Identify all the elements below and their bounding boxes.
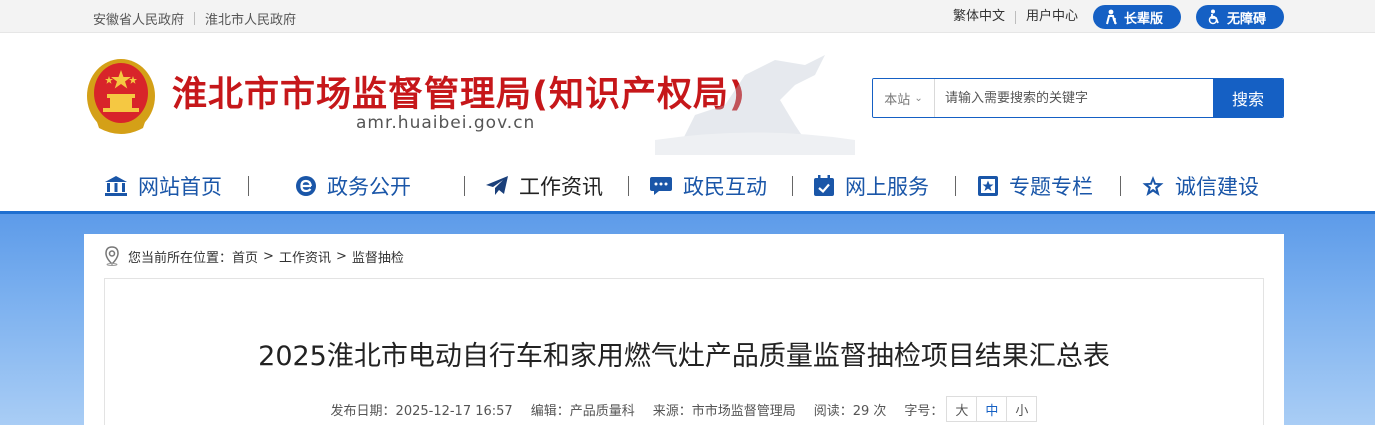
read-count: 阅读：29 次 (813, 403, 887, 419)
top-bar: 安徽省人民政府 淮北市人民政府 繁体中文 用户中心 长辈版 无障碍 (0, 0, 1375, 33)
paper-plane-icon (486, 176, 508, 195)
star-icon (1142, 176, 1164, 196)
search-bar: 本站 ⌄ 搜索 (872, 78, 1284, 118)
font-size-label: 字号： (904, 403, 944, 419)
national-emblem-icon[interactable] (85, 56, 157, 136)
elder-icon (1106, 9, 1117, 25)
elder-mode-label: 长辈版 (1124, 11, 1164, 27)
nav-item-special-topics[interactable]: 专题专栏 (977, 171, 1093, 201)
font-size-medium-button[interactable]: 中 (976, 396, 1008, 422)
main-nav: 网站首页 政务公开 工作资讯 政民互动 网上服务 专题专栏 诚信建设 (0, 171, 1375, 213)
breadcrumb-separator: > (335, 248, 347, 264)
font-size-small-button[interactable]: 小 (1006, 396, 1038, 422)
site-header: 淮北市市场监督管理局(知识产权局) amr.huaibei.gov.cn 本站 … (0, 33, 1375, 213)
nav-divider (1120, 176, 1121, 196)
calendar-check-icon (814, 175, 834, 196)
nav-item-label: 政务公开 (327, 175, 411, 199)
nav-item-label: 诚信建设 (1175, 175, 1259, 199)
top-right-tools: 繁体中文 用户中心 长辈版 无障碍 (953, 5, 1284, 29)
chevron-down-icon: ⌄ (914, 92, 923, 104)
nav-item-credit[interactable]: 诚信建设 (1141, 171, 1259, 201)
nav-divider (792, 176, 793, 196)
content-panel: 您当前所在位置： 首页 > 工作资讯 > 监督抽检 2025淮北市电动自行车和家… (84, 234, 1284, 425)
nav-item-home[interactable]: 网站首页 (104, 171, 222, 201)
accessibility-label: 无障碍 (1227, 11, 1267, 27)
breadcrumb: 您当前所在位置： 首页 > 工作资讯 > 监督抽检 (104, 246, 404, 266)
nav-divider (955, 176, 956, 196)
location-pin-icon (105, 246, 119, 266)
nav-item-work-news[interactable]: 工作资讯 (485, 171, 603, 201)
bank-icon (105, 176, 127, 196)
source: 来源：市市场监督管理局 (652, 403, 796, 419)
nav-item-label: 政民互动 (683, 175, 767, 199)
nav-divider (248, 176, 249, 196)
search-scope-label: 本站 (884, 92, 911, 108)
chat-icon (650, 177, 672, 195)
accessibility-button[interactable]: 无障碍 (1196, 5, 1284, 29)
nav-item-online-service[interactable]: 网上服务 (813, 171, 929, 201)
breadcrumb-inspection[interactable]: 监督抽检 (352, 247, 404, 266)
breadcrumb-work-news[interactable]: 工作资讯 (279, 247, 331, 266)
article-meta: 发布日期：2025-12-17 16:57 编辑：产品质量科 来源：市市场监督管… (105, 396, 1263, 422)
decorative-sculpture-icon (655, 55, 855, 155)
user-center-link[interactable]: 用户中心 (1026, 5, 1078, 29)
search-scope-select[interactable]: 本站 ⌄ (873, 79, 935, 117)
editor: 编辑：产品质量科 (530, 403, 635, 419)
nav-item-label: 网上服务 (845, 175, 929, 199)
site-url: amr.huaibei.gov.cn (356, 113, 536, 133)
wheelchair-icon (1208, 9, 1219, 25)
nav-item-label: 网站首页 (138, 175, 222, 199)
traditional-chinese-link[interactable]: 繁体中文 (953, 5, 1005, 29)
divider (1014, 10, 1016, 24)
search-button[interactable]: 搜索 (1213, 79, 1283, 117)
nav-item-interaction[interactable]: 政民互动 (649, 171, 767, 201)
breadcrumb-prefix: 您当前所在位置： (128, 250, 233, 266)
search-input[interactable] (935, 79, 1213, 117)
elder-mode-button[interactable]: 长辈版 (1093, 5, 1181, 29)
breadcrumb-home[interactable]: 首页 (232, 247, 258, 266)
link-anhui-gov[interactable]: 安徽省人民政府 (93, 9, 184, 28)
link-huaibei-gov[interactable]: 淮北市人民政府 (205, 9, 296, 28)
article: 2025淮北市电动自行车和家用燃气灶产品质量监督抽检项目结果汇总表 发布日期：2… (104, 278, 1264, 425)
nav-item-gov-affairs[interactable]: 政务公开 (295, 171, 411, 201)
nav-divider (464, 176, 465, 196)
e-gov-icon (296, 176, 316, 196)
gov-links: 安徽省人民政府 淮北市人民政府 (93, 9, 296, 28)
font-size-large-button[interactable]: 大 (946, 396, 978, 422)
star-badge-icon (978, 176, 998, 196)
nav-item-label: 工作资讯 (519, 175, 603, 199)
nav-divider (628, 176, 629, 196)
font-size-switcher: 大 中 小 (946, 396, 1038, 422)
nav-item-label: 专题专栏 (1009, 175, 1093, 199)
breadcrumb-separator: > (263, 248, 274, 264)
divider (194, 12, 196, 25)
article-title: 2025淮北市电动自行车和家用燃气灶产品质量监督抽检项目结果汇总表 (258, 341, 1110, 372)
publish-date: 发布日期：2025-12-17 16:57 (330, 403, 513, 419)
